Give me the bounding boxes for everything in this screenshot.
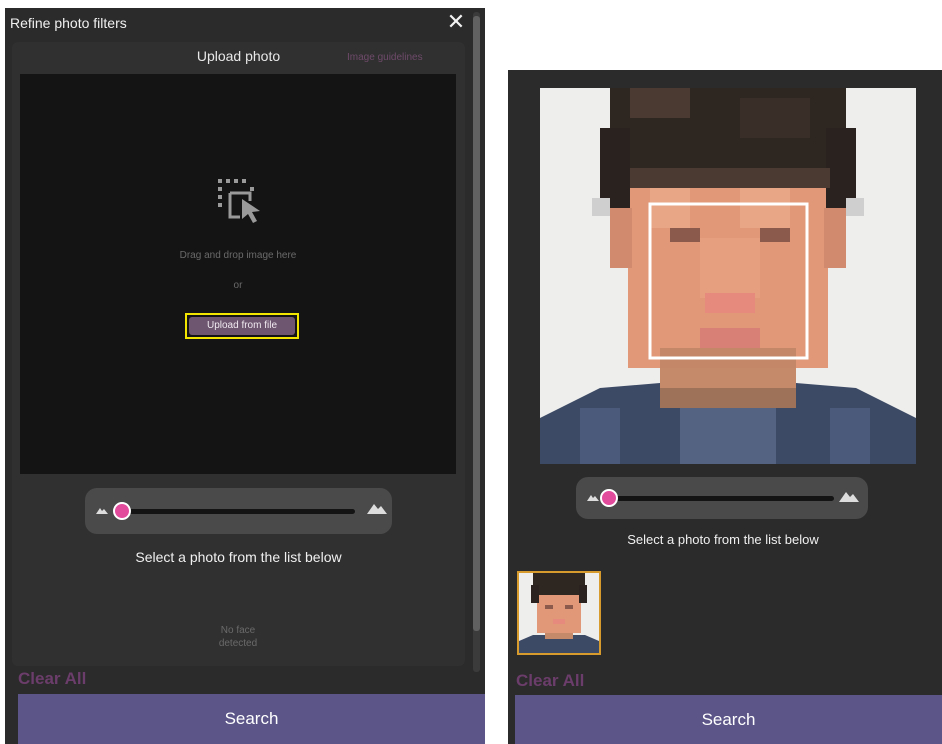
search-button[interactable]: Search: [18, 694, 485, 744]
scrollbar[interactable]: [473, 12, 480, 672]
large-mountain-icon: [839, 492, 859, 502]
select-photo-instruction: Select a photo from the list below: [135, 549, 342, 565]
slider-track[interactable]: [612, 496, 834, 501]
close-icon[interactable]: ✕: [444, 9, 468, 35]
scrollbar-thumb[interactable]: [473, 16, 480, 631]
size-slider[interactable]: [85, 488, 392, 534]
uploaded-photo[interactable]: [540, 88, 916, 464]
slider-thumb[interactable]: [113, 502, 131, 520]
photo-thumbnail[interactable]: [517, 571, 601, 655]
large-mountain-icon: [367, 504, 387, 514]
photo-filter-panel-with-image: Select a photo from the list below Clear…: [508, 70, 942, 744]
upload-from-file-button[interactable]: Upload from file: [185, 313, 299, 339]
upload-from-file-label: Upload from file: [189, 317, 295, 335]
or-separator: or: [233, 280, 243, 291]
no-face-detected-text: No face detected: [208, 624, 268, 650]
slider-track[interactable]: [125, 509, 355, 514]
clear-all-button[interactable]: Clear All: [18, 669, 86, 689]
no-face-line-2: detected: [218, 638, 258, 649]
select-photo-instruction: Select a photo from the list below: [627, 532, 819, 547]
drag-drop-select-icon: [218, 179, 260, 223]
drag-drop-hint: Drag and drop image here: [179, 250, 297, 261]
panel-title: Refine photo filters: [10, 15, 127, 31]
no-face-line-1: No face: [220, 625, 256, 636]
drop-zone[interactable]: Drag and drop image here or Upload from …: [20, 74, 456, 474]
upload-photo-card: Upload photo Image guidelines Drag and d…: [12, 42, 465, 666]
refine-photo-filters-panel: Refine photo filters ✕ Upload photo Imag…: [5, 8, 485, 744]
small-mountain-icon: [587, 495, 599, 501]
size-slider[interactable]: [576, 477, 868, 519]
clear-all-button[interactable]: Clear All: [516, 671, 584, 691]
pixelated-face-image: [540, 88, 916, 464]
small-mountain-icon: [96, 508, 108, 514]
slider-thumb[interactable]: [600, 489, 618, 507]
search-button[interactable]: Search: [515, 695, 942, 744]
image-guidelines-link[interactable]: Image guidelines: [347, 52, 423, 63]
photo-thumbnail-image: [519, 573, 599, 653]
